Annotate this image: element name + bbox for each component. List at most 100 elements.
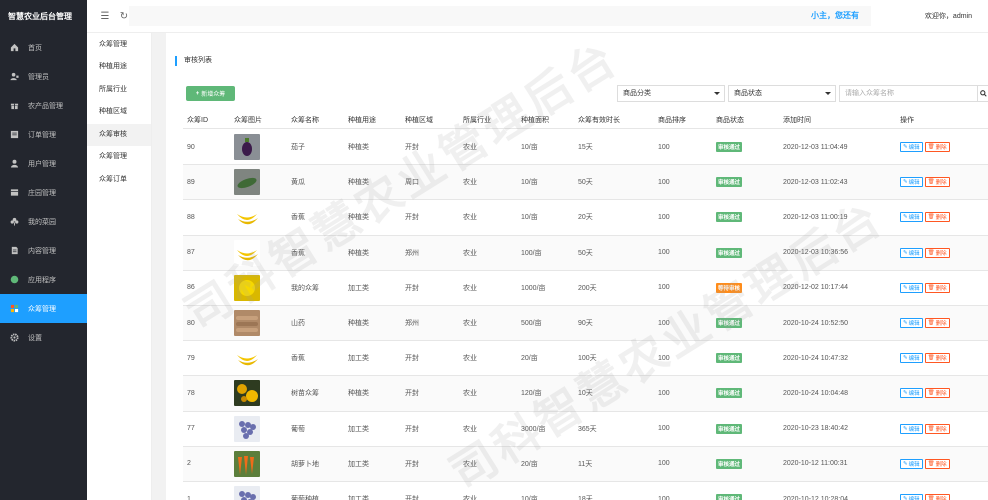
edit-button[interactable]: ✎编辑 xyxy=(900,353,923,364)
submenu-item[interactable]: 众筹审核 xyxy=(87,123,151,146)
cell-sort: 100 xyxy=(658,495,670,500)
edit-button[interactable]: ✎编辑 xyxy=(900,282,923,293)
cell-size: 10/亩 xyxy=(521,179,538,187)
submenu-item[interactable]: 所属行业 xyxy=(87,79,151,102)
trash-icon: 🗑 xyxy=(927,179,935,186)
crowdfund-image[interactable] xyxy=(234,447,260,481)
edit-button[interactable]: ✎编辑 xyxy=(900,388,923,399)
edit-button[interactable]: ✎编辑 xyxy=(900,142,923,153)
sidebar-item-label: 订单管理 xyxy=(28,131,56,139)
crowdfund-image[interactable] xyxy=(234,236,260,270)
sidebar-item-label: 管理员 xyxy=(28,73,49,81)
cell-industry: 农业 xyxy=(463,320,477,328)
status-cell: 审核通过 xyxy=(716,376,743,410)
cell-duration: 20天 xyxy=(578,214,593,222)
delete-button[interactable]: 🗑删除 xyxy=(924,423,950,434)
edit-button[interactable]: ✎编辑 xyxy=(900,458,923,469)
status-badge: 审核通过 xyxy=(716,388,743,399)
delete-button[interactable]: 🗑删除 xyxy=(924,142,950,153)
sidebar-item[interactable]: 设置 xyxy=(0,323,87,352)
crowdfund-image[interactable] xyxy=(234,306,260,340)
column-header: 众筹图片 xyxy=(234,116,262,124)
delete-button[interactable]: 🗑删除 xyxy=(924,247,950,258)
column-header: 种植面积 xyxy=(521,116,549,124)
cell-name: 香蕉 xyxy=(291,355,305,363)
sidebar-item[interactable]: 应用程序 xyxy=(0,265,87,294)
crowdfund-image[interactable] xyxy=(234,412,260,446)
sidebar-item[interactable]: 农产品管理 xyxy=(0,91,87,120)
sidebar-item[interactable]: 我的菜园 xyxy=(0,207,87,236)
sidebar-item[interactable]: 庄园管理 xyxy=(0,178,87,207)
edit-icon: ✎ xyxy=(903,214,908,221)
delete-button[interactable]: 🗑删除 xyxy=(924,282,950,293)
delete-button[interactable]: 🗑删除 xyxy=(924,458,950,469)
submenu-item[interactable]: 种植区域 xyxy=(87,101,151,124)
edit-button[interactable]: ✎编辑 xyxy=(900,318,923,329)
cell-id: 1 xyxy=(187,495,191,500)
crowdfund-image[interactable] xyxy=(234,130,260,164)
crowdfund-image[interactable] xyxy=(234,376,260,410)
app-title: 智慧农业后台管理 xyxy=(8,12,72,21)
delete-button[interactable]: 🗑删除 xyxy=(924,212,950,223)
cell-use: 种植类 xyxy=(348,214,369,222)
cell-sort: 100 xyxy=(658,143,670,151)
sidebar-item[interactable]: 订单管理 xyxy=(0,120,87,149)
cell-id: 86 xyxy=(187,284,195,292)
delete-button[interactable]: 🗑删除 xyxy=(924,494,950,500)
delete-button-label: 删除 xyxy=(935,285,947,292)
delete-button-label: 删除 xyxy=(935,356,947,363)
status-select[interactable]: 商品状态 xyxy=(728,85,836,102)
sidebar-item[interactable]: 用户管理 xyxy=(0,149,87,178)
submenu-item[interactable]: 种植用途 xyxy=(87,56,151,79)
add-crowdfund-button[interactable]: + 新增众筹 xyxy=(186,86,235,101)
column-header: 种植用途 xyxy=(348,116,376,124)
status-cell: 审核通过 xyxy=(716,447,743,481)
column-header: 添加时间 xyxy=(783,116,811,124)
status-badge: 审核通过 xyxy=(716,177,743,188)
cell-duration: 50天 xyxy=(578,249,593,257)
sidebar-item[interactable]: 众筹管理 xyxy=(0,294,87,323)
sidebar-item-label: 众筹管理 xyxy=(28,305,56,313)
sidebar-item-label: 设置 xyxy=(28,334,42,342)
status-badge: 审核通过 xyxy=(716,212,743,223)
crowdfund-image[interactable] xyxy=(234,200,260,234)
cell-time: 2020-12-02 10:17:44 xyxy=(783,284,848,292)
edit-button[interactable]: ✎编辑 xyxy=(900,494,923,500)
delete-button-label: 删除 xyxy=(935,461,947,468)
welcome-text[interactable]: 欢迎你，admin xyxy=(925,11,972,21)
category-select[interactable]: 商品分类 xyxy=(617,85,725,102)
crowdfund-image[interactable] xyxy=(234,482,260,500)
search-button[interactable] xyxy=(978,85,988,102)
edit-button[interactable]: ✎编辑 xyxy=(900,177,923,188)
actions-cell: ✎编辑🗑删除 xyxy=(900,306,952,340)
edit-button-label: 编辑 xyxy=(909,495,920,500)
menu-toggle-icon[interactable]: ☰ xyxy=(99,10,111,22)
crowdfund-image[interactable] xyxy=(234,165,260,199)
crowdfund-image[interactable] xyxy=(234,271,260,305)
submenu-item[interactable]: 众筹管理 xyxy=(87,34,151,57)
edit-button[interactable]: ✎编辑 xyxy=(900,247,923,258)
delete-button[interactable]: 🗑删除 xyxy=(924,177,950,188)
actions-cell: ✎编辑🗑删除 xyxy=(900,482,952,500)
cell-name: 胡萝卜地 xyxy=(291,460,319,468)
sidebar-item[interactable]: 管理员 xyxy=(0,62,87,91)
sidebar-item[interactable]: 首页 xyxy=(0,33,87,62)
delete-button[interactable]: 🗑删除 xyxy=(924,388,950,399)
edit-button[interactable]: ✎编辑 xyxy=(900,423,923,434)
sidebar-item[interactable]: 内容管理 xyxy=(0,236,87,265)
delete-button[interactable]: 🗑删除 xyxy=(924,318,950,329)
cell-name: 葡萄种植 xyxy=(291,496,319,500)
delete-button-label: 删除 xyxy=(935,391,947,398)
cell-duration: 10天 xyxy=(578,390,593,398)
cell-sort: 100 xyxy=(658,389,670,397)
status-badge: 审核通过 xyxy=(716,318,743,329)
search-input[interactable]: 请输入众筹名称 xyxy=(839,85,978,102)
edit-button[interactable]: ✎编辑 xyxy=(900,212,923,223)
cell-use: 种植类 xyxy=(348,249,369,257)
submenu-item[interactable]: 众筹管理 xyxy=(87,146,151,169)
submenu-item[interactable]: 众筹订单 xyxy=(87,169,151,192)
cell-time: 2020-10-24 10:47:32 xyxy=(783,354,848,362)
delete-button[interactable]: 🗑删除 xyxy=(924,353,950,364)
crowdfund-image[interactable] xyxy=(234,341,260,375)
cell-area: 郑州 xyxy=(405,249,419,257)
